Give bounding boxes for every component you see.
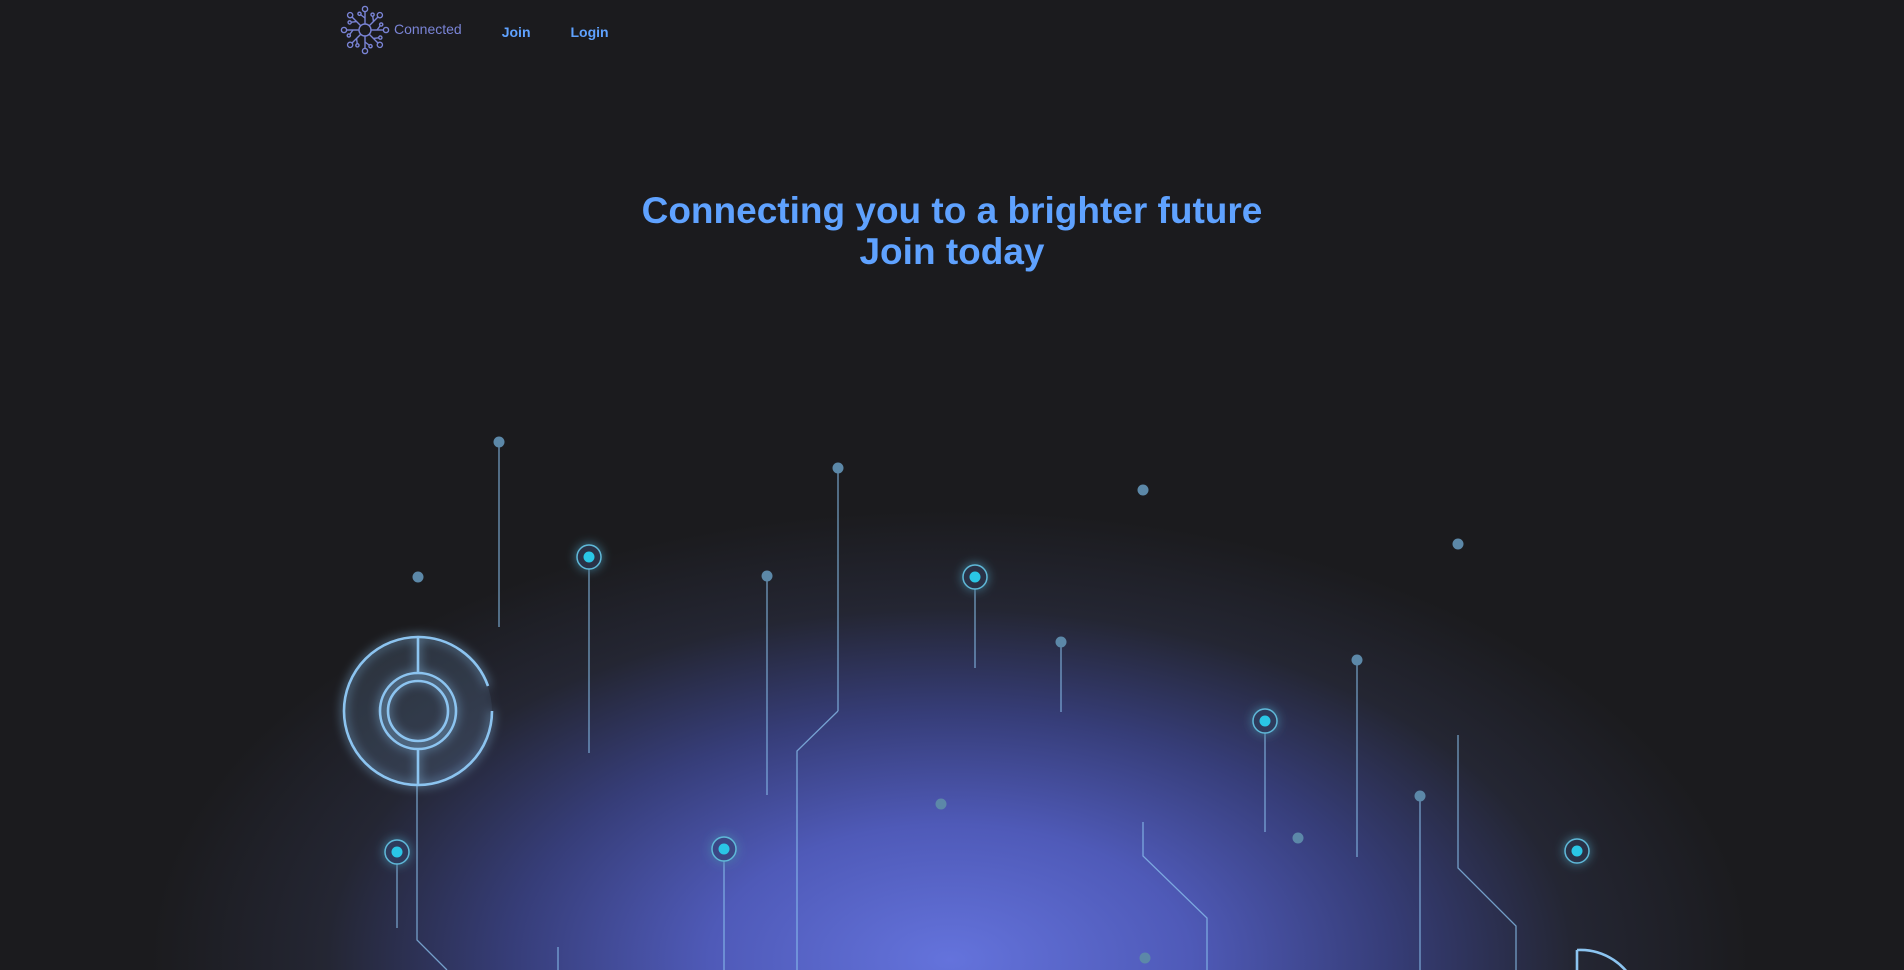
- circuit-board-icon: [342, 436, 1627, 970]
- active-nodes: [384, 544, 1590, 865]
- circuit-lines: [396, 442, 1517, 970]
- corner-arc-ornament: [1575, 948, 1627, 970]
- idle-nodes: [412, 436, 1464, 964]
- ring-ornament: [342, 635, 494, 787]
